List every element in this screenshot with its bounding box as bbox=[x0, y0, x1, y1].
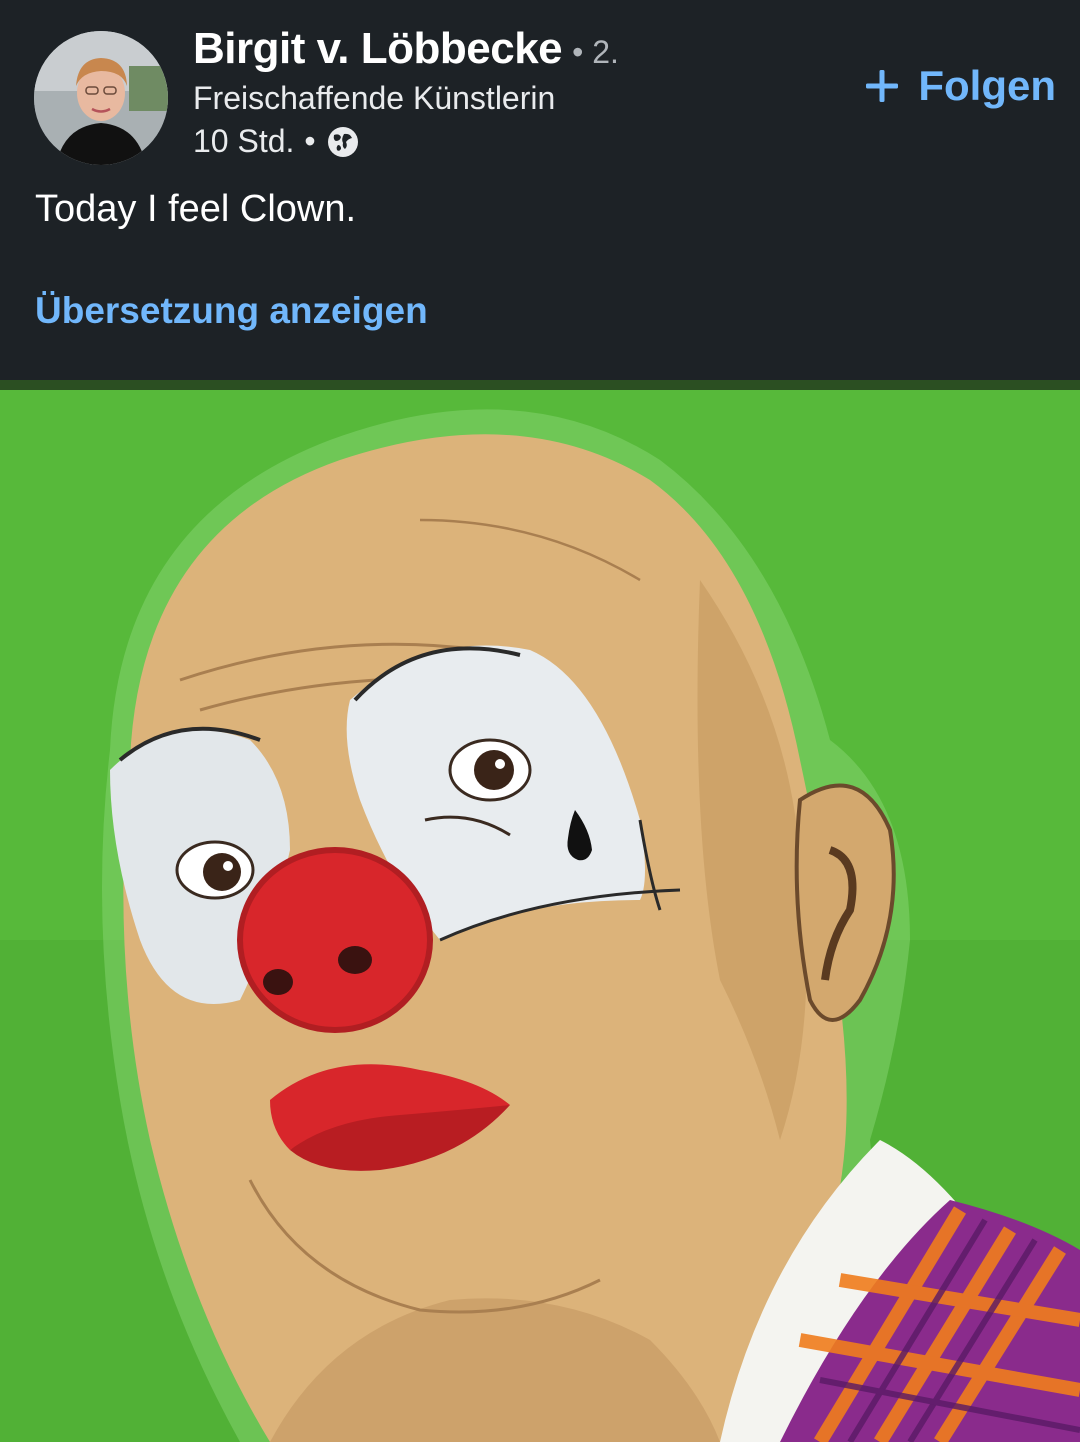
follow-label: Folgen bbox=[918, 62, 1056, 109]
post-header: Birgit v. Löbbecke • 2. Freischaffende K… bbox=[0, 0, 1080, 380]
author-headline: Freischaffende Künstlerin bbox=[193, 80, 556, 116]
post-image[interactable] bbox=[0, 380, 1080, 1442]
clown-painting bbox=[0, 380, 1080, 1442]
post-meta: 10 Std. • bbox=[193, 123, 360, 160]
avatar-photo bbox=[34, 31, 168, 165]
post-time: 10 Std. bbox=[193, 123, 295, 159]
author-name-row: Birgit v. Löbbecke • 2. bbox=[193, 24, 619, 74]
connection-degree: • 2. bbox=[572, 34, 619, 70]
meta-separator: • bbox=[304, 123, 316, 159]
author-name[interactable]: Birgit v. Löbbecke bbox=[193, 24, 563, 74]
follow-button[interactable]: Folgen bbox=[864, 62, 1056, 110]
globe-icon bbox=[326, 125, 360, 159]
translate-link[interactable]: Übersetzung anzeigen bbox=[35, 290, 428, 332]
author-avatar[interactable] bbox=[34, 31, 168, 165]
plus-icon bbox=[866, 70, 899, 102]
post-text: Today I feel Clown. bbox=[35, 188, 357, 230]
